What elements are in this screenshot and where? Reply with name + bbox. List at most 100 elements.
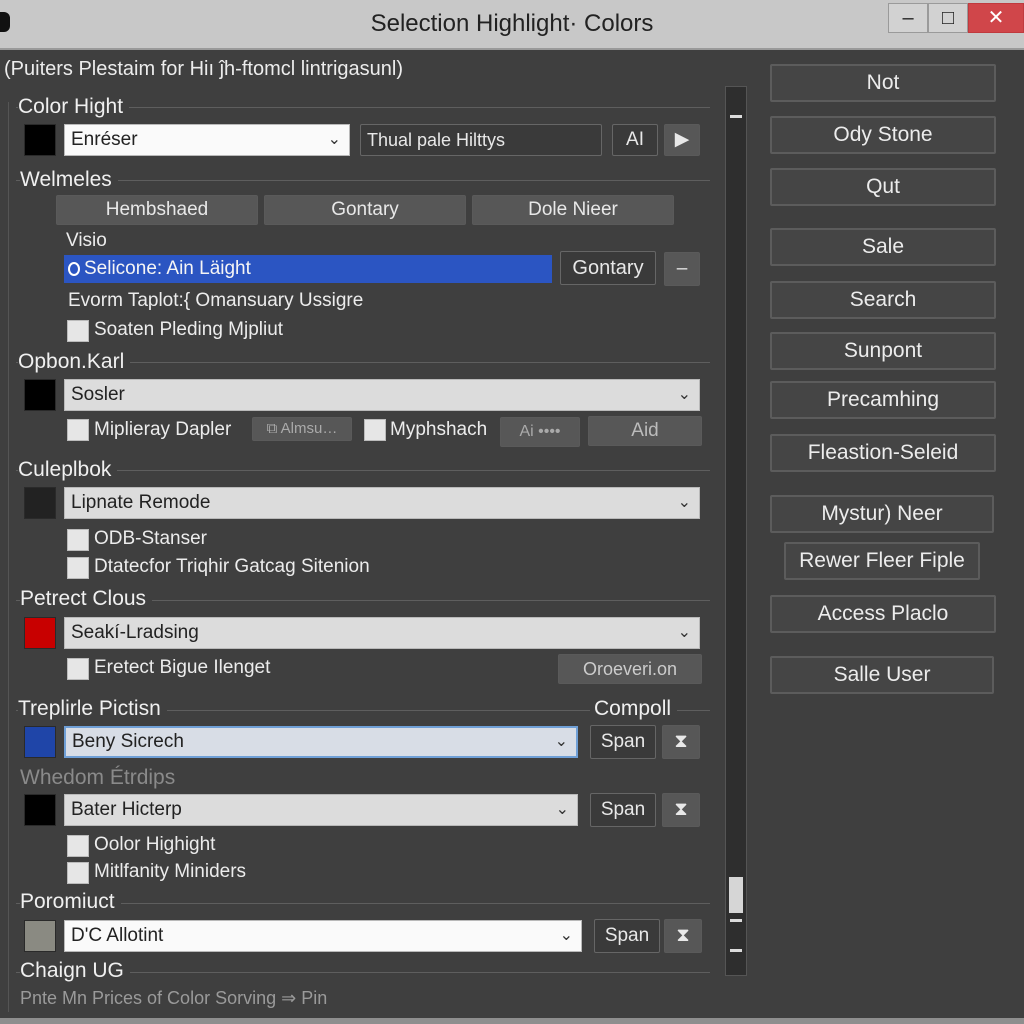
play-icon[interactable]: ▶: [664, 124, 700, 156]
aid-button[interactable]: Aid: [588, 416, 702, 446]
minimize-button[interactable]: –: [888, 3, 928, 33]
scroll-up-icon[interactable]: [730, 115, 742, 118]
color-swatch[interactable]: [24, 124, 56, 156]
combo-value: Lipnate Remode: [71, 492, 211, 513]
dtatecfor-checkbox[interactable]: [67, 557, 89, 579]
side-button-mystur-neer[interactable]: Mystur) Neer: [770, 495, 994, 533]
side-button-sale[interactable]: Sale: [770, 228, 996, 266]
combo-value: Enréser: [71, 129, 138, 150]
side-button-access-placlo[interactable]: Access Placlo: [770, 595, 996, 633]
selected-list-item[interactable]: Selicone: Ain Läight: [64, 255, 552, 283]
side-button-salle-user[interactable]: Salle User: [770, 656, 994, 694]
whedom-combo[interactable]: Bater Hicterp ⌄: [64, 794, 578, 826]
opbon-karl-combo[interactable]: Sosler ⌄: [64, 379, 700, 411]
info-line: Evorm Taplot:{ Omansuary Ussigre: [68, 290, 364, 311]
spin-icon[interactable]: –: [664, 252, 700, 286]
color-swatch[interactable]: [24, 726, 56, 758]
oolor-highight-checkbox[interactable]: [67, 835, 89, 857]
group-label-culeplbok: Culeplbok: [18, 458, 118, 482]
side-button-rewer-fleer-fiple[interactable]: Rewer Fleer Fiple: [784, 542, 980, 580]
close-button[interactable]: ✕: [968, 3, 1024, 33]
color-swatch[interactable]: [24, 379, 56, 411]
compoll-label: Compoll: [590, 697, 678, 721]
petrect-clous-combo[interactable]: Seakí-Lradsing ⌄: [64, 617, 700, 649]
group-label-poromiuct: Poromiuct: [20, 890, 121, 914]
panel-subtitle: (Puiters Plestaim for Hiı ĵh-ftomcl lint…: [4, 58, 403, 80]
scroll-marker: [730, 919, 742, 922]
oolor-highight-checkbox-label: Oolor Highight: [94, 834, 216, 855]
settings-panel: (Puiters Plestaim for Hiı ĵh-ftomcl lint…: [0, 50, 760, 1024]
chevron-down-icon: ⌄: [555, 801, 569, 818]
ai-more-button[interactable]: Ai ••••: [500, 417, 580, 447]
color-swatch[interactable]: [24, 794, 56, 826]
hembshaed-button[interactable]: Hembshaed: [56, 195, 258, 225]
mitlfanity-checkbox[interactable]: [67, 862, 89, 884]
side-button-sunpont[interactable]: Sunpont: [770, 332, 996, 370]
dole-nieer-button[interactable]: Dole Nieer: [472, 195, 674, 225]
color-swatch[interactable]: [24, 920, 56, 952]
vertical-scrollbar[interactable]: [725, 86, 747, 976]
group-label-whedom: Whedom Étrdips: [20, 766, 182, 790]
side-button-fleastion-seleid[interactable]: Fleastion-Seleid: [770, 434, 996, 472]
highlight-text-field[interactable]: Thual pale Hilttys: [360, 124, 602, 156]
group-label-treplirle: Treplirle Pictisn: [18, 697, 167, 721]
miplieray-checkbox[interactable]: [67, 419, 89, 441]
ai-button[interactable]: AI: [612, 124, 658, 156]
soaten-checkbox[interactable]: [67, 320, 89, 342]
group-divider: [16, 180, 710, 181]
color-swatch[interactable]: [24, 617, 56, 649]
span-button[interactable]: Span: [590, 725, 656, 759]
window-bottom-edge: [0, 1018, 1024, 1024]
chevron-down-icon: ⌄: [559, 927, 573, 944]
maximize-button[interactable]: □: [928, 3, 968, 33]
chevron-down-icon: ⌄: [327, 131, 341, 148]
combo-value: Sosler: [71, 384, 125, 405]
scrollbar-thumb[interactable]: [729, 877, 743, 913]
group-rail: [8, 102, 9, 1012]
eretect-checkbox[interactable]: [67, 658, 89, 680]
gontary-button[interactable]: Gontary: [560, 251, 656, 285]
group-divider: [16, 470, 710, 471]
odb-stanser-checkbox[interactable]: [67, 529, 89, 551]
side-button-precamhing[interactable]: Precamhing: [770, 381, 996, 419]
myphshach-checkbox[interactable]: [364, 419, 386, 441]
color-hight-combo[interactable]: Enréser ⌄: [64, 124, 350, 156]
almsu-button[interactable]: ⧉ Almsu…: [252, 417, 352, 441]
group-label-color-hight: Color Hight: [18, 95, 130, 119]
side-button-search[interactable]: Search: [770, 281, 996, 319]
visio-label: Visio: [66, 230, 107, 251]
spin-icon[interactable]: ⧗: [662, 793, 700, 827]
span-button[interactable]: Span: [594, 919, 660, 953]
culeplbok-combo[interactable]: Lipnate Remode ⌄: [64, 487, 700, 519]
spin-icon[interactable]: ⧗: [662, 725, 700, 759]
title-bar: Selection Highlight· Colors – □ ✕: [0, 0, 1024, 50]
gontary-tab-button[interactable]: Gontary: [264, 195, 466, 225]
side-button-qut[interactable]: Qut: [770, 168, 996, 206]
group-label-petrect-clous: Petrect Clous: [20, 587, 153, 611]
treplirle-combo[interactable]: Beny Sicrech ⌄: [64, 726, 578, 758]
window-title: Selection Highlight· Colors: [370, 10, 654, 37]
soaten-checkbox-label: Soaten Pleding Mjpliut: [94, 319, 284, 340]
chevron-down-icon: ⌄: [677, 386, 691, 403]
poromiuct-combo[interactable]: D'C Allotint ⌄: [64, 920, 582, 952]
side-button-ody-stone[interactable]: Ody Stone: [770, 116, 996, 154]
footer-text: Pnte Mn Prices of Color Sorving ⇒ Pin: [20, 988, 328, 1008]
combo-value: Beny Sicrech: [72, 731, 184, 752]
selected-item-label: Selicone: Ain Läight: [84, 258, 251, 279]
span-button[interactable]: Span: [590, 793, 656, 827]
spin-icon[interactable]: ⧗: [664, 919, 702, 953]
combo-value: Bater Hicterp: [71, 799, 182, 820]
group-label-welmeles: Welmeles: [20, 168, 118, 192]
chevron-down-icon: ⌄: [677, 494, 691, 511]
chevron-down-icon: ⌄: [554, 733, 568, 750]
color-swatch[interactable]: [24, 487, 56, 519]
combo-value: Seakí-Lradsing: [71, 622, 199, 643]
combo-value: D'C Allotint: [71, 925, 164, 946]
group-label-opbon-karl: Opbon.Karl: [18, 350, 131, 374]
scroll-down-icon[interactable]: [730, 949, 742, 952]
myphshach-checkbox-label: Myphshach: [390, 419, 488, 440]
miplieray-checkbox-label: Miplieray Dapler: [94, 419, 232, 440]
oroeverion-button[interactable]: Oroeveri.on: [558, 654, 702, 684]
odb-stanser-checkbox-label: ODB-Stanser: [94, 528, 207, 549]
side-button-not[interactable]: Not: [770, 64, 996, 102]
